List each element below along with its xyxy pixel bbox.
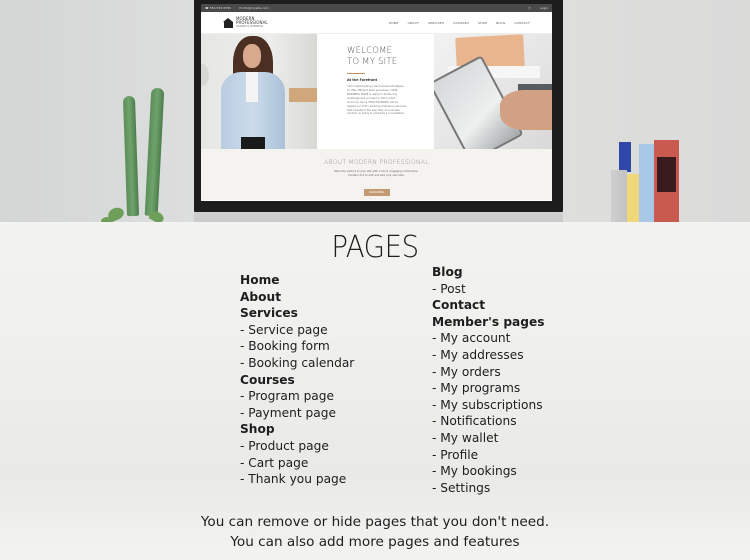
nav-home[interactable]: HOME <box>389 21 399 25</box>
hero-section: WELCOME TO MY SITE At the Forefront I am… <box>201 34 552 149</box>
page-group-heading: Services <box>240 306 298 321</box>
hero-title: WELCOME TO MY SITE <box>347 46 434 67</box>
pages-list-left: Home About Services - Service page - Booking… <box>240 272 354 488</box>
book-label <box>657 157 676 192</box>
cactus-plant-decoration <box>100 84 175 226</box>
site-nav: HOME ABOUT SERVICES COURSES SHOP BLOG CO… <box>389 21 530 25</box>
book <box>619 142 631 172</box>
book <box>654 140 679 226</box>
page-list-item: - Product page <box>240 438 329 453</box>
page-group-heading: Member's pages <box>432 314 545 329</box>
email-contact: ✉ info@mysite.com <box>238 6 269 10</box>
page-list-item: - Booking form <box>240 339 330 354</box>
desk-surface <box>0 222 750 226</box>
page-list-item: - Service page <box>240 322 328 337</box>
page-list-item: - Notifications <box>432 414 517 429</box>
page-group-heading: Blog <box>432 265 463 279</box>
about-title: ABOUT MODERN PROFESSIONAL <box>324 159 429 166</box>
hero-subtitle: At the Forefront <box>347 78 378 83</box>
pages-title: PAGES <box>331 230 419 265</box>
page-list-item: - Program page <box>240 389 335 404</box>
page-group-heading: About <box>240 289 282 304</box>
website-preview: ☎ 555-555-5555 ✉ info@mysite.com 🛒 Login… <box>201 4 552 201</box>
about-section: ABOUT MODERN PROFESSIONAL Welcome visito… <box>201 149 552 200</box>
book <box>611 170 627 226</box>
hero-title-line-2: TO MY SITE <box>347 56 398 67</box>
nav-contact[interactable]: CONTACT <box>514 21 530 25</box>
hero-portrait-image <box>201 34 317 149</box>
page-list-item: - My orders <box>432 364 501 379</box>
logo-tagline: WOMEN & BUSINESS <box>236 24 264 28</box>
page-list-item: - My account <box>432 331 511 346</box>
page-list-item: - Payment page <box>240 405 336 420</box>
footer-note: You can remove or hide pages that you do… <box>0 513 750 552</box>
page-list-item: - My bookings <box>432 464 517 479</box>
cactus-stem <box>122 95 140 217</box>
hero-text-panel: WELCOME TO MY SITE At the Forefront I am… <box>317 34 434 149</box>
site-logo[interactable]: MODERN PROFESSIONAL WOMEN & BUSINESS <box>223 16 268 29</box>
books-decoration <box>610 138 690 226</box>
page-group-heading: Shop <box>240 422 275 437</box>
site-topbar: ☎ 555-555-5555 ✉ info@mysite.com 🛒 Login <box>201 4 552 12</box>
page-list-item: - Booking calendar <box>240 355 355 370</box>
cactus-stem <box>144 87 165 217</box>
about-text: Welcome visitors to your site with a sho… <box>201 170 552 178</box>
nav-services[interactable]: SERVICES <box>428 21 444 25</box>
house-logo-icon <box>223 17 234 28</box>
page-list-item: - My programs <box>432 381 521 396</box>
phone-contact: ☎ 555-555-5555 <box>205 6 231 10</box>
login-link[interactable]: Login <box>540 6 548 10</box>
page-list-item: - Profile <box>432 447 479 462</box>
about-text-line: Double click to edit and add your own te… <box>348 174 405 178</box>
hero-title-line-1: WELCOME <box>347 46 393 56</box>
hero-tablet-image <box>434 34 552 149</box>
book <box>639 144 654 226</box>
page-group-heading: Home <box>240 273 280 287</box>
footer-note-line-1: You can remove or hide pages that you do… <box>200 514 550 530</box>
mockup-photo: ☎ 555-555-5555 ✉ info@mysite.com 🛒 Login… <box>0 0 750 226</box>
footer-note-line-2: You can also add more pages and features <box>230 533 520 550</box>
page-group-heading: Contact <box>432 298 486 313</box>
pages-list-right: Blog - Post Contact Member's pages - My acco… <box>432 264 545 496</box>
cart-icon[interactable]: 🛒 <box>528 6 532 10</box>
page-list-item: - Cart page <box>240 455 309 470</box>
book <box>627 174 639 226</box>
hero-divider <box>347 73 365 75</box>
nav-blog[interactable]: BLOG <box>496 21 505 25</box>
nav-shop[interactable]: SHOP <box>478 21 487 25</box>
page-list-item: - My subscriptions <box>432 397 543 412</box>
nav-courses[interactable]: COURSES <box>453 21 469 25</box>
page-list-item: - Thank you page <box>240 472 347 487</box>
hero-body: I am implementing new business strategie… <box>347 85 407 116</box>
nav-about[interactable]: ABOUT <box>408 21 419 25</box>
page-group-heading: Courses <box>240 372 295 387</box>
page-list-item: - My wallet <box>432 430 499 445</box>
page-list-item: - Post <box>432 281 466 296</box>
site-header: MODERN PROFESSIONAL WOMEN & BUSINESS HOM… <box>201 12 552 34</box>
page-list-item: - Settings <box>432 480 491 495</box>
read-more-button[interactable]: READ MORE <box>363 189 390 197</box>
page-list-item: - My addresses <box>432 347 524 362</box>
